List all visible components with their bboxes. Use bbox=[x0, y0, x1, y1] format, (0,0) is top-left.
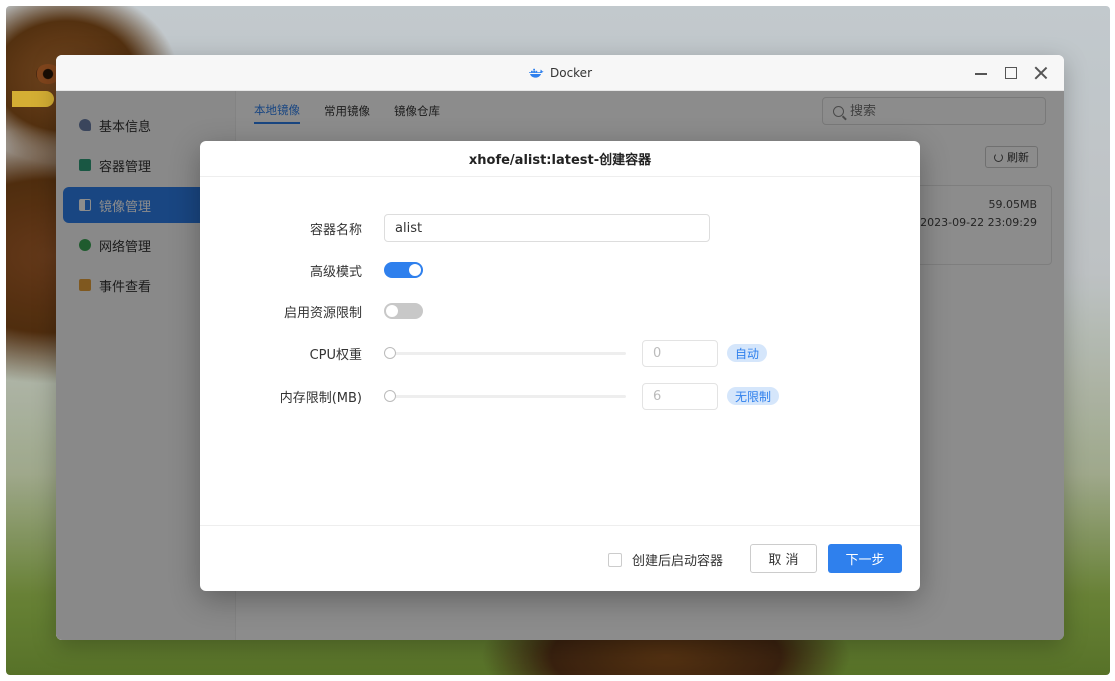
next-step-button[interactable]: 下一步 bbox=[828, 544, 902, 573]
refresh-button[interactable]: 刷新 bbox=[985, 146, 1038, 168]
advanced-mode-control bbox=[384, 262, 423, 278]
sidebar-item-basic-info[interactable]: 基本信息 bbox=[63, 107, 235, 143]
dashboard-icon bbox=[79, 119, 91, 131]
slider-track bbox=[384, 352, 626, 355]
sidebar-item-label: 事件查看 bbox=[99, 279, 152, 295]
slider-handle[interactable] bbox=[384, 347, 396, 359]
cube-icon bbox=[79, 159, 91, 171]
slider-track bbox=[384, 395, 626, 398]
search-box[interactable] bbox=[822, 97, 1046, 125]
window-title-group: Docker bbox=[528, 66, 592, 80]
toggle-knob bbox=[386, 305, 398, 317]
dialog-title: xhofe/alist:latest-创建容器 bbox=[200, 141, 920, 177]
container-name-control bbox=[384, 214, 710, 242]
autostart-label: 创建后启动容器 bbox=[632, 554, 724, 569]
docker-whale-icon bbox=[528, 68, 544, 78]
maximize-icon[interactable] bbox=[1004, 66, 1018, 80]
autostart-checkbox[interactable] bbox=[608, 552, 622, 567]
slider-handle[interactable] bbox=[384, 390, 396, 402]
image-icon bbox=[79, 199, 91, 211]
minimize-icon[interactable] bbox=[974, 66, 988, 80]
memory-limit-control: 无限制 bbox=[384, 382, 984, 410]
cpu-weight-control: 自动 bbox=[384, 339, 984, 367]
window-titlebar[interactable]: Docker bbox=[56, 55, 1064, 91]
globe-icon bbox=[79, 239, 91, 251]
search-icon bbox=[833, 105, 844, 117]
refresh-icon bbox=[994, 152, 1003, 162]
memory-unlimited-badge[interactable]: 无限制 bbox=[727, 387, 780, 405]
calendar-icon bbox=[79, 279, 91, 291]
resource-limit-control bbox=[384, 303, 423, 319]
memory-limit-label: 内存限制(MB) bbox=[279, 390, 362, 406]
image-created: 2023-09-22 23:09:29 bbox=[920, 216, 1037, 229]
advanced-mode-label: 高级模式 bbox=[309, 264, 362, 280]
search-input[interactable] bbox=[850, 103, 1030, 119]
form-row-resource-limit: 启用资源限制 bbox=[200, 297, 920, 325]
window-controls bbox=[974, 55, 1048, 91]
tab-common-images[interactable]: 常用镜像 bbox=[324, 99, 370, 123]
sidebar-item-label: 镜像管理 bbox=[99, 199, 152, 215]
create-container-dialog: xhofe/alist:latest-创建容器 容器名称 高级模式 启用资源限制… bbox=[200, 141, 920, 591]
sidebar-item-label: 网络管理 bbox=[99, 239, 152, 255]
tab-image-registry[interactable]: 镜像仓库 bbox=[394, 99, 440, 123]
memory-limit-input[interactable] bbox=[642, 382, 718, 410]
autostart-checkbox-group[interactable]: 创建后启动容器 bbox=[608, 550, 723, 569]
form-row-container-name: 容器名称 bbox=[200, 214, 920, 242]
advanced-mode-toggle[interactable] bbox=[384, 262, 423, 278]
container-name-label: 容器名称 bbox=[309, 222, 362, 238]
cpu-weight-slider[interactable] bbox=[384, 347, 626, 359]
form-row-cpu-weight: CPU权重 自动 bbox=[200, 339, 920, 367]
image-size: 59.05MB bbox=[988, 198, 1037, 211]
cpu-weight-label: CPU权重 bbox=[309, 347, 362, 363]
tab-local-images[interactable]: 本地镜像 bbox=[254, 98, 300, 124]
dialog-footer: 创建后启动容器 取 消 下一步 bbox=[200, 525, 920, 591]
cancel-button[interactable]: 取 消 bbox=[750, 544, 817, 573]
cpu-auto-badge[interactable]: 自动 bbox=[727, 344, 768, 362]
memory-limit-slider[interactable] bbox=[384, 390, 626, 402]
image-card[interactable]: 59.05MB 2023-09-22 23:09:29 bbox=[902, 185, 1052, 265]
close-icon[interactable] bbox=[1034, 66, 1048, 80]
sidebar-item-label: 容器管理 bbox=[99, 159, 152, 175]
form-row-memory-limit: 内存限制(MB) 无限制 bbox=[200, 382, 920, 410]
window-title: Docker bbox=[549, 65, 593, 80]
toggle-knob bbox=[409, 264, 421, 276]
refresh-label: 刷新 bbox=[1007, 151, 1029, 164]
form-row-advanced-mode: 高级模式 bbox=[200, 256, 920, 284]
cpu-weight-input[interactable] bbox=[642, 339, 718, 367]
resource-limit-label: 启用资源限制 bbox=[283, 305, 362, 321]
container-name-input[interactable] bbox=[384, 214, 710, 242]
sidebar-item-label: 基本信息 bbox=[99, 119, 152, 135]
resource-limit-toggle[interactable] bbox=[384, 303, 423, 319]
